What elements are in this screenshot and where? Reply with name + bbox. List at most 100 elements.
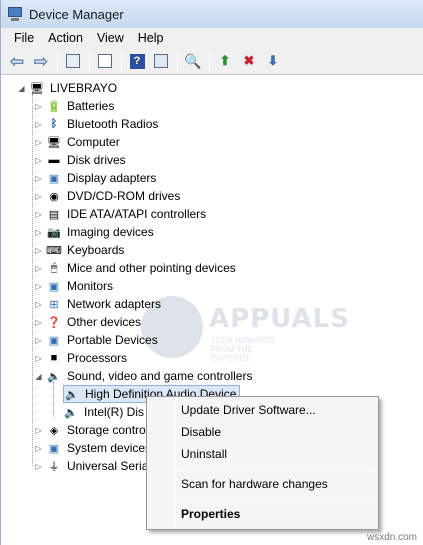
context-menu: Update Driver Software... Disable Uninst… (146, 396, 379, 530)
tree-item-system-devices[interactable]: ▷ ▣ System devices (34, 439, 151, 457)
toolbar-separator (177, 51, 178, 71)
properties-button[interactable] (95, 51, 115, 71)
expand-arrow-icon[interactable]: ▷ (34, 295, 43, 313)
collapse-arrow-icon[interactable]: ◢ (34, 367, 43, 385)
menu-scan-hardware[interactable]: Scan for hardware changes (181, 474, 328, 494)
back-arrow-icon: ⇦ (9, 51, 25, 71)
expand-arrow-icon[interactable]: ▷ (34, 223, 43, 241)
tree-item-ide-controllers[interactable]: ▷ ▤ IDE ATA/ATAPI controllers (34, 205, 206, 223)
expand-arrow-icon[interactable]: ▷ (34, 457, 43, 475)
action-pane-button[interactable] (151, 51, 171, 71)
menu-action[interactable]: Action (41, 29, 90, 47)
forward-button[interactable]: ⇨ (31, 51, 51, 71)
uninstall-button[interactable]: ✖ (239, 51, 259, 71)
expand-arrow-icon[interactable]: ▷ (34, 241, 43, 259)
tree-item-label: Computer (67, 135, 120, 149)
dvd-drive-icon: ◉ (49, 190, 59, 203)
speaker-icon: 🔈 (64, 406, 78, 419)
expand-arrow-icon[interactable]: ▷ (34, 349, 43, 367)
computer-icon: 🖥 (30, 82, 44, 95)
tree-item-imaging-devices[interactable]: ▷ 📷 Imaging devices (34, 223, 154, 241)
tree-item-intel-display-audio[interactable]: 🔈 Intel(R) Dis (63, 403, 144, 421)
battery-icon: 🔋 (47, 100, 61, 113)
tree-item-other-devices[interactable]: ▷ ❓ Other devices (34, 313, 141, 331)
tree-item-label: Storage contro (67, 423, 146, 437)
tree-item-processors[interactable]: ▷ ■ Processors (34, 349, 127, 367)
tree-item-label: Portable Devices (67, 333, 158, 347)
ide-controller-icon: ▤ (48, 208, 60, 221)
show-hide-tree-button[interactable] (63, 51, 83, 71)
expand-arrow-icon[interactable]: ▷ (34, 259, 43, 277)
menu-properties[interactable]: Properties (181, 504, 240, 524)
menu-file[interactable]: File (7, 29, 41, 47)
tree-item-monitors[interactable]: ▷ ▣ Monitors (34, 277, 113, 295)
tree-root[interactable]: ◢ 🖥 LIVEBRAYO (17, 79, 117, 97)
show-hide-console-tree-icon (66, 54, 80, 68)
camera-icon: 📷 (47, 226, 61, 239)
window-title: Device Manager (29, 6, 124, 22)
usb-icon: ⏚ (48, 461, 60, 473)
expand-arrow-icon[interactable]: ▷ (34, 439, 43, 457)
device-manager-icon (7, 7, 23, 21)
expand-arrow-icon[interactable]: ▷ (34, 169, 43, 187)
scan-hardware-icon: 🔍 (184, 52, 202, 69)
menu-uninstall[interactable]: Uninstall (181, 444, 227, 464)
tree-item-computer[interactable]: ▷ 🖥 Computer (34, 133, 120, 151)
menu-update-driver[interactable]: Update Driver Software... (181, 400, 316, 420)
help-button[interactable]: ? (127, 51, 147, 71)
tree-item-portable-devices[interactable]: ▷ ▣ Portable Devices (34, 331, 158, 349)
scan-hardware-button[interactable]: 🔍 (183, 51, 203, 71)
expand-arrow-icon[interactable]: ▷ (34, 133, 43, 151)
tree-item-bluetooth[interactable]: ▷ ᛒ Bluetooth Radios (34, 115, 158, 133)
processor-icon: ■ (50, 352, 58, 364)
context-menu-separator (177, 499, 375, 500)
menu-view[interactable]: View (90, 29, 131, 47)
computer-icon: 🖥 (47, 136, 61, 149)
tree-item-dvd-drives[interactable]: ▷ ◉ DVD/CD-ROM drives (34, 187, 180, 205)
expand-arrow-icon[interactable]: ▷ (34, 313, 43, 331)
tree-item-display-adapters[interactable]: ▷ ▣ Display adapters (34, 169, 156, 187)
portable-device-icon: ▣ (48, 334, 60, 347)
expand-arrow-icon[interactable]: ▷ (34, 277, 43, 295)
site-watermark: wsxdn.com (366, 532, 417, 543)
title-bar[interactable]: Device Manager (1, 0, 423, 28)
tree-item-label: Disk drives (67, 153, 126, 167)
menu-help[interactable]: Help (131, 29, 171, 47)
expand-arrow-icon[interactable]: ▷ (34, 205, 43, 223)
uninstall-icon: ✖ (243, 53, 255, 68)
tree-item-usb[interactable]: ▷ ⏚ Universal Seria (34, 457, 148, 475)
collapse-arrow-icon[interactable]: ◢ (17, 79, 26, 97)
watermark-tagline: TECH HOW-TO'S FROM THE EXPERTS! (211, 336, 275, 363)
update-driver-button[interactable]: ⬆ (215, 51, 235, 71)
expand-arrow-icon[interactable]: ▷ (34, 331, 43, 349)
disable-icon: ⬇ (267, 53, 279, 68)
expand-arrow-icon[interactable]: ▷ (34, 97, 43, 115)
context-menu-separator (177, 469, 375, 470)
tree-item-storage-controllers[interactable]: ▷ ◈ Storage contro (34, 421, 146, 439)
tree-item-keyboards[interactable]: ▷ ⌨ Keyboards (34, 241, 124, 259)
root-label: LIVEBRAYO (50, 81, 118, 95)
tree-item-sound-video[interactable]: ◢ 🔈 Sound, video and game controllers (34, 367, 252, 385)
back-button[interactable]: ⇦ (7, 51, 27, 71)
expand-arrow-icon[interactable]: ▷ (34, 421, 43, 439)
toolbar: ⇦ ⇨ ? 🔍 ⬆ ✖ ⬇ (1, 48, 423, 75)
toolbar-separator (121, 51, 122, 71)
tree-item-label: Keyboards (67, 243, 125, 257)
tree-item-network-adapters[interactable]: ▷ ⊞ Network adapters (34, 295, 161, 313)
display-adapter-icon: ▣ (48, 172, 60, 185)
expand-arrow-icon[interactable]: ▷ (34, 115, 43, 133)
disable-button[interactable]: ⬇ (263, 51, 283, 71)
expand-arrow-icon[interactable]: ▷ (34, 151, 43, 169)
bluetooth-icon: ᛒ (50, 118, 58, 130)
context-menu-gutter (174, 399, 175, 527)
tree-item-label: Network adapters (67, 297, 162, 311)
tree-item-disk-drives[interactable]: ▷ ▬ Disk drives (34, 151, 126, 169)
mouse-icon: 🖱 (50, 261, 58, 274)
tree-item-batteries[interactable]: ▷ 🔋 Batteries (34, 97, 114, 115)
tree-item-mice[interactable]: ▷ 🖱 Mice and other pointing devices (34, 259, 235, 277)
expand-arrow-icon[interactable]: ▷ (34, 187, 43, 205)
tree-item-label: IDE ATA/ATAPI controllers (67, 207, 207, 221)
toolbar-separator (57, 51, 58, 71)
menu-disable[interactable]: Disable (181, 422, 221, 442)
tree-item-label: Imaging devices (67, 225, 154, 239)
